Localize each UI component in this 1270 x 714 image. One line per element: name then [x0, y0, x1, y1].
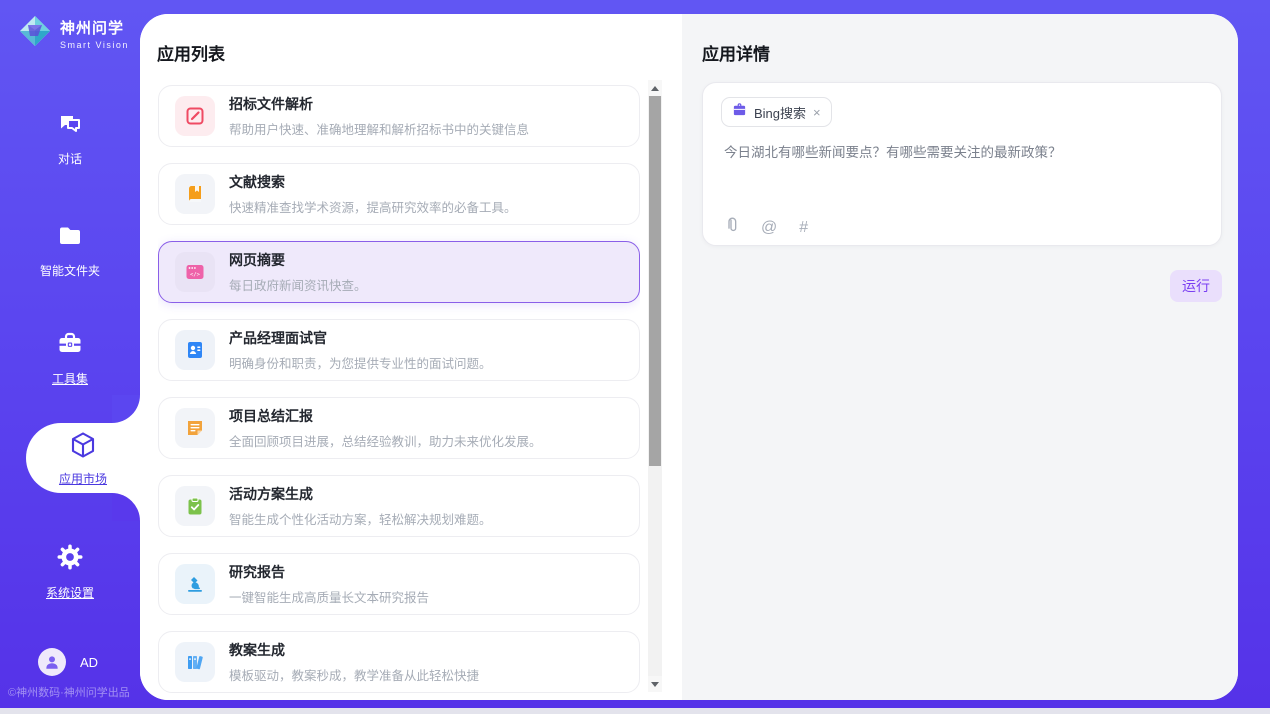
chip-close-icon[interactable]: × — [813, 106, 821, 119]
briefcase-icon — [732, 102, 747, 122]
chat-icon — [56, 110, 84, 143]
app-card-research-report[interactable]: 研究报告 一键智能生成高质量长文本研究报告 — [158, 553, 640, 615]
app-desc: 明确身份和职责，为您提供专业性的面试问题。 — [229, 353, 492, 372]
app-desc: 每日政府新闻资讯快查。 — [229, 275, 367, 294]
user-account[interactable]: AD — [38, 648, 98, 676]
app-card-literature-search[interactable]: 文献搜索 快速精准查找学术资源，提高研究效率的必备工具。 — [158, 163, 640, 225]
sidebar-item-smart-folder[interactable]: 智能文件夹 — [0, 222, 140, 279]
copyright-text: ©神州数码·神州问学出品 — [8, 684, 130, 700]
triangle-up-icon — [651, 86, 659, 91]
scrollbar-thumb[interactable] — [649, 96, 661, 466]
app-desc: 智能生成个性化活动方案，轻松解决规划难题。 — [229, 509, 492, 528]
clipboard-check-icon — [175, 486, 215, 526]
sticky-note-icon — [175, 408, 215, 448]
sidebar-item-chat[interactable]: 对话 — [0, 110, 140, 167]
brand-diamond-icon — [18, 14, 52, 53]
sidebar-item-label: 系统设置 — [46, 584, 94, 601]
app-desc: 模板驱动，教案秒成，教学准备从此轻松快捷 — [229, 665, 479, 684]
app-name: 项目总结汇报 — [229, 406, 542, 426]
app-card-project-report[interactable]: 项目总结汇报 全面回顾项目进展，总结经验教训，助力未来优化发展。 — [158, 397, 640, 459]
app-list-title: 应用列表 — [157, 40, 225, 65]
interview-doc-icon — [175, 330, 215, 370]
brand-tagline: Smart Vision — [60, 40, 129, 50]
svg-text:</>: </> — [190, 272, 201, 278]
tool-chip-label: Bing搜索 — [754, 103, 806, 122]
sidebar-item-label: 对话 — [58, 150, 82, 167]
microscope-icon — [175, 564, 215, 604]
app-detail-panel: 应用详情 Bing搜索 × 今日湖北有哪些新闻要点？有哪些需要关注的最新政策？ — [682, 14, 1238, 700]
bottom-edge — [0, 708, 1270, 714]
app-card-event-plan[interactable]: 活动方案生成 智能生成个性化活动方案，轻松解决规划难题。 — [158, 475, 640, 537]
sidebar-item-label: 工具集 — [52, 370, 88, 387]
sidebar-item-label: 智能文件夹 — [40, 262, 100, 279]
app-name: 网页摘要 — [229, 250, 367, 270]
tool-chip-bing-search[interactable]: Bing搜索 × — [721, 97, 832, 127]
gear-icon — [55, 542, 85, 577]
app-card-bid-parse[interactable]: 招标文件解析 帮助用户快速、准确地理解和解析招标书中的关键信息 — [158, 85, 640, 147]
scroll-down-button[interactable] — [648, 676, 662, 692]
sidebar-item-label: 应用市场 — [59, 470, 107, 487]
app-detail-title: 应用详情 — [702, 40, 770, 65]
sidebar: 神州问学 Smart Vision 对话 智能文件夹 — [0, 0, 140, 714]
app-desc: 快速精准查找学术资源，提高研究效率的必备工具。 — [229, 197, 517, 216]
app-card-lesson-plan[interactable]: 教案生成 模板驱动，教案秒成，教学准备从此轻松快捷 — [158, 631, 640, 693]
browser-code-icon: </> — [175, 252, 215, 292]
active-tab-curve-bottom — [112, 493, 140, 521]
attachment-toolbar: @ # — [723, 217, 808, 239]
app-name: 产品经理面试官 — [229, 328, 492, 348]
brand-logo: 神州问学 Smart Vision — [18, 14, 129, 53]
app-name: 教案生成 — [229, 640, 479, 660]
app-list-scrollbar[interactable] — [648, 80, 662, 692]
sidebar-item-settings[interactable]: 系统设置 — [0, 542, 140, 601]
main-panel: 应用列表 招标文件解析 帮助用户快速、准确地理解和解析招标书中的关键信息 — [140, 14, 1238, 700]
toolbox-icon — [56, 330, 84, 363]
cube-icon — [68, 430, 98, 465]
app-name: 招标文件解析 — [229, 94, 529, 114]
app-desc: 一键智能生成高质量长文本研究报告 — [229, 587, 429, 606]
sidebar-item-toolset[interactable]: 工具集 — [0, 330, 140, 387]
book-icon — [175, 174, 215, 214]
app-card-pm-interviewer[interactable]: 产品经理面试官 明确身份和职责，为您提供专业性的面试问题。 — [158, 319, 640, 381]
at-icon[interactable]: @ — [761, 219, 777, 237]
avatar — [38, 648, 66, 676]
app-desc: 全面回顾项目进展，总结经验教训，助力未来优化发展。 — [229, 431, 542, 450]
books-icon — [175, 642, 215, 682]
app-name: 研究报告 — [229, 562, 429, 582]
app-desc: 帮助用户快速、准确地理解和解析招标书中的关键信息 — [229, 119, 529, 138]
hash-icon[interactable]: # — [799, 219, 808, 237]
app-name: 活动方案生成 — [229, 484, 492, 504]
scroll-up-button[interactable] — [648, 80, 662, 96]
app-list: 招标文件解析 帮助用户快速、准确地理解和解析招标书中的关键信息 文献搜索 — [158, 85, 640, 698]
app-name: 文献搜索 — [229, 172, 517, 192]
brand-name: 神州问学 — [60, 17, 129, 38]
folder-icon — [56, 222, 84, 255]
active-tab-curve-top — [112, 395, 140, 423]
pen-square-icon — [175, 96, 215, 136]
run-button[interactable]: 运行 — [1170, 270, 1222, 302]
query-text-input[interactable]: 今日湖北有哪些新闻要点？有哪些需要关注的最新政策？ — [724, 143, 1194, 163]
paperclip-icon[interactable] — [723, 217, 739, 239]
app-card-web-summary[interactable]: </> 网页摘要 每日政府新闻资讯快查。 — [158, 241, 640, 303]
triangle-down-icon — [651, 682, 659, 687]
query-input-card[interactable]: Bing搜索 × 今日湖北有哪些新闻要点？有哪些需要关注的最新政策？ @ # — [702, 82, 1222, 246]
app-list-panel: 应用列表 招标文件解析 帮助用户快速、准确地理解和解析招标书中的关键信息 — [140, 14, 682, 700]
sidebar-item-app-market[interactable]: 应用市场 — [26, 423, 140, 493]
user-name: AD — [80, 655, 98, 670]
